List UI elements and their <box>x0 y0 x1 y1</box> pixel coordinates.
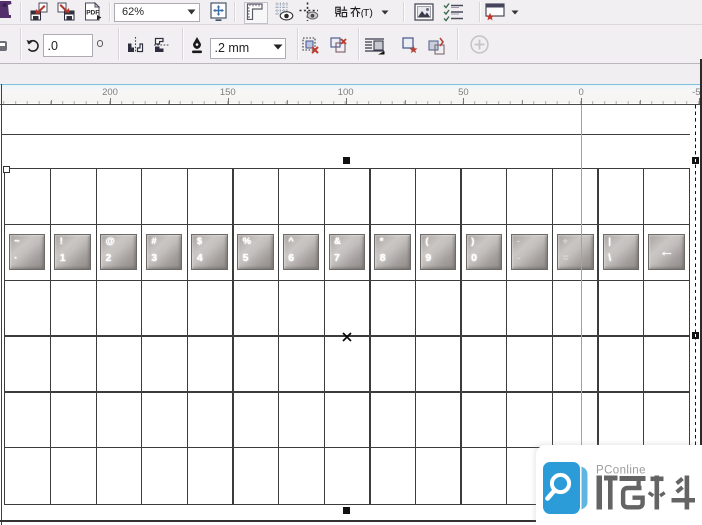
svg-text:PConline: PConline <box>596 465 646 477</box>
